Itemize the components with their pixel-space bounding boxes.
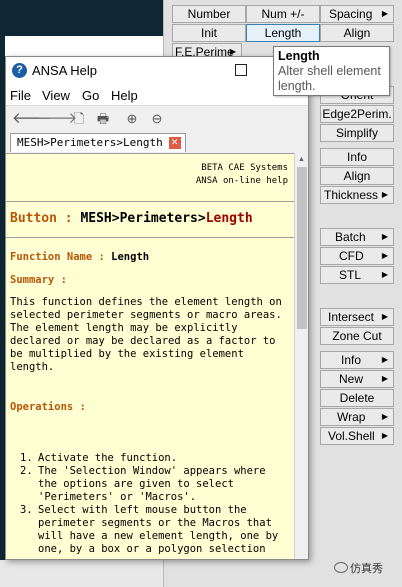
divider (6, 237, 294, 238)
simplify-button[interactable]: Simplify (320, 124, 394, 142)
submenu-arrow-icon: ▶ (381, 431, 388, 440)
thickness-button[interactable]: Thickness ▶ (320, 186, 394, 204)
function-name: Length (111, 251, 150, 263)
zone-cut-button[interactable]: Zone Cut (320, 327, 394, 345)
watermark-text: 仿真秀 (350, 563, 383, 575)
menu-help[interactable]: Help (111, 88, 138, 103)
submenu-arrow-icon: ▶ (381, 355, 388, 364)
divider (6, 201, 294, 202)
help-menu-bar: File View Go Help (6, 85, 308, 105)
help-title-bar[interactable]: ? ANSA Help (6, 57, 308, 85)
zoom-out-icon[interactable]: ⊖ (148, 110, 166, 128)
summary-text: This function defines the element length… (10, 296, 282, 373)
vol-shell-button[interactable]: Vol.Shell ▶ (320, 427, 394, 445)
wrap-button-label: Wrap (337, 410, 366, 424)
new-button[interactable]: New ▶ (320, 370, 394, 388)
batch-button-label: Batch (335, 230, 366, 244)
watermark: 仿真秀 (334, 560, 383, 576)
function-name-line: Function Name : Length (10, 251, 290, 264)
company-header: BETA CAE Systems ANSA on-line help (196, 162, 288, 188)
step-number: 2. (20, 465, 33, 477)
new-button-label: New (339, 372, 364, 386)
operations-heading: Operations : (10, 401, 86, 413)
submenu-arrow-icon: ▶ (381, 374, 388, 383)
function-label: Function Name : (10, 251, 105, 263)
menu-view[interactable]: View (42, 88, 70, 103)
scroll-up-arrow-icon[interactable]: ▲ (295, 154, 308, 166)
spacing-button[interactable]: Spacing ▶ (320, 5, 394, 23)
info-button-2[interactable]: Info ▶ (320, 351, 394, 369)
back-arrow-icon[interactable]: 🡐 (12, 110, 52, 128)
button-label: Button : (10, 211, 73, 226)
spacing-button-label: Spacing (329, 7, 373, 21)
close-icon[interactable]: ✕ (168, 137, 181, 149)
help-toolbar: 🡐 🡒 🗋 🖶 ⊕ ⊖ (6, 105, 308, 131)
help-tab-label: MESH>Perimeters>Length (17, 136, 163, 149)
length-tooltip: Length Alter shell element length. (273, 46, 390, 96)
scroll-thumb[interactable] (297, 167, 307, 329)
info-button-2-label: Info (341, 353, 362, 367)
step-text: Activate the function. (38, 452, 178, 464)
summary-heading: Summary : (10, 274, 67, 286)
wrap-button[interactable]: Wrap ▶ (320, 408, 394, 426)
ansa-help-window: ? ANSA Help File View Go Help 🡐 🡒 🗋 🖶 ⊕ … (5, 56, 309, 560)
submenu-arrow-icon: ▶ (381, 190, 388, 199)
submenu-arrow-icon: ▶ (381, 412, 388, 421)
step-text: The 'Selection Window' appears where the… (38, 465, 266, 503)
menu-file[interactable]: File (10, 88, 31, 103)
edge2perim-button[interactable]: Edge2Perim. (320, 105, 394, 123)
align-button-2[interactable]: Align (320, 167, 394, 185)
button-name: Length (205, 211, 253, 226)
button-path: MESH>Perimeters> (80, 211, 206, 226)
menu-go[interactable]: Go (82, 88, 99, 103)
vertical-scrollbar[interactable]: ▲ (294, 153, 308, 559)
help-content: BETA CAE Systems ANSA on-line help Butto… (6, 153, 294, 559)
forward-arrow-icon[interactable]: 🡒 (37, 110, 77, 128)
number-button[interactable]: Number (172, 5, 246, 23)
batch-button[interactable]: Batch ▶ (320, 228, 394, 246)
step-number: 1. (20, 452, 33, 464)
print-icon[interactable]: 🖶 (94, 110, 112, 128)
cfd-button[interactable]: CFD ▶ (320, 247, 394, 265)
submenu-arrow-icon: ▶ (381, 9, 388, 18)
tooltip-title: Length (278, 49, 320, 63)
zoom-in-icon[interactable]: ⊕ (123, 110, 141, 128)
submenu-arrow-icon: ▶ (381, 270, 388, 279)
background-viewport (0, 0, 163, 36)
watermark-logo-icon (334, 562, 348, 573)
question-circle-icon: ? (12, 63, 27, 78)
vol-shell-button-label: Vol.Shell (328, 429, 375, 443)
submenu-arrow-icon: ▶ (381, 251, 388, 260)
align-button[interactable]: Align (320, 24, 394, 42)
init-button[interactable]: Init (172, 24, 246, 42)
page-icon[interactable]: 🗋 (70, 110, 88, 128)
background-bottom-area (0, 560, 163, 587)
info-button[interactable]: Info (320, 148, 394, 166)
step-text: Select with left mouse button the perime… (38, 504, 279, 555)
cfd-button-label: CFD (339, 249, 364, 263)
help-tab[interactable]: MESH>Perimeters>Length ✕ (10, 133, 186, 152)
intersect-button[interactable]: Intersect ▶ (320, 308, 394, 326)
submenu-arrow-icon: ▶ (381, 232, 388, 241)
tooltip-text: Alter shell element length. (278, 64, 381, 93)
step-number: 3. (20, 504, 33, 516)
maximize-button[interactable] (235, 64, 247, 76)
intersect-button-label: Intersect (328, 310, 375, 324)
company-subtitle: ANSA on-line help (195, 176, 288, 186)
length-button[interactable]: Length (246, 24, 320, 42)
stl-button[interactable]: STL ▶ (320, 266, 394, 284)
button-path-line: Button : MESH>Perimeters>Length (10, 212, 290, 225)
stl-button-label: STL (339, 268, 362, 282)
submenu-arrow-icon: ▶ (381, 312, 388, 321)
delete-button[interactable]: Delete (320, 389, 394, 407)
company-name: BETA CAE Systems (201, 163, 288, 173)
thickness-button-label: Thickness (324, 188, 379, 202)
help-window-title: ANSA Help (32, 63, 98, 78)
num-plus-minus-button[interactable]: Num +/- (246, 5, 320, 23)
